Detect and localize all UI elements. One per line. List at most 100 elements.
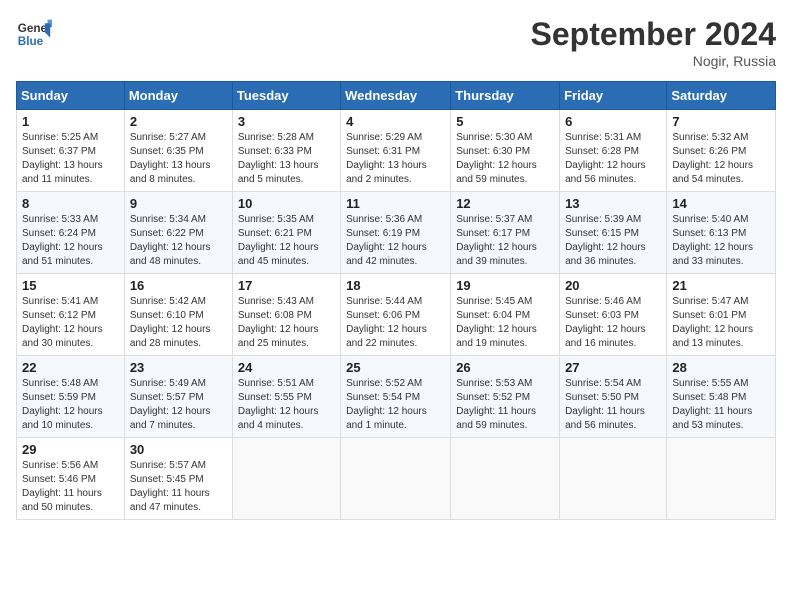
day-number: 16 [130, 278, 227, 293]
day-info: Sunrise: 5:54 AM Sunset: 5:50 PM Dayligh… [565, 377, 661, 433]
calendar-cell: 10 Sunrise: 5:35 AM Sunset: 6:21 PM Dayl… [232, 192, 340, 274]
day-number: 29 [22, 442, 119, 457]
day-info: Sunrise: 5:25 AM Sunset: 6:37 PM Dayligh… [22, 131, 119, 187]
day-number: 4 [346, 114, 445, 129]
day-info: Sunrise: 5:55 AM Sunset: 5:48 PM Dayligh… [672, 377, 770, 433]
calendar-cell: 16 Sunrise: 5:42 AM Sunset: 6:10 PM Dayl… [124, 274, 232, 356]
weekday-header-friday: Friday [560, 82, 667, 110]
calendar-cell: 14 Sunrise: 5:40 AM Sunset: 6:13 PM Dayl… [667, 192, 776, 274]
day-info: Sunrise: 5:42 AM Sunset: 6:10 PM Dayligh… [130, 295, 227, 351]
calendar-cell [451, 438, 560, 520]
day-number: 14 [672, 196, 770, 211]
day-number: 23 [130, 360, 227, 375]
calendar-cell: 25 Sunrise: 5:52 AM Sunset: 5:54 PM Dayl… [341, 356, 451, 438]
day-number: 28 [672, 360, 770, 375]
day-number: 6 [565, 114, 661, 129]
calendar-cell: 1 Sunrise: 5:25 AM Sunset: 6:37 PM Dayli… [17, 110, 125, 192]
calendar-cell: 29 Sunrise: 5:56 AM Sunset: 5:46 PM Dayl… [17, 438, 125, 520]
calendar-cell: 13 Sunrise: 5:39 AM Sunset: 6:15 PM Dayl… [560, 192, 667, 274]
logo: General Blue [16, 16, 52, 52]
day-number: 25 [346, 360, 445, 375]
calendar-cell [667, 438, 776, 520]
day-info: Sunrise: 5:37 AM Sunset: 6:17 PM Dayligh… [456, 213, 554, 269]
calendar-cell: 24 Sunrise: 5:51 AM Sunset: 5:55 PM Dayl… [232, 356, 340, 438]
day-info: Sunrise: 5:52 AM Sunset: 5:54 PM Dayligh… [346, 377, 445, 433]
day-number: 13 [565, 196, 661, 211]
calendar-cell: 11 Sunrise: 5:36 AM Sunset: 6:19 PM Dayl… [341, 192, 451, 274]
page-header: General Blue September 2024 Nogir, Russi… [16, 16, 776, 69]
day-info: Sunrise: 5:36 AM Sunset: 6:19 PM Dayligh… [346, 213, 445, 269]
day-info: Sunrise: 5:47 AM Sunset: 6:01 PM Dayligh… [672, 295, 770, 351]
calendar-cell: 26 Sunrise: 5:53 AM Sunset: 5:52 PM Dayl… [451, 356, 560, 438]
weekday-header-wednesday: Wednesday [341, 82, 451, 110]
calendar-cell: 19 Sunrise: 5:45 AM Sunset: 6:04 PM Dayl… [451, 274, 560, 356]
month-title: September 2024 [531, 16, 776, 53]
calendar-cell: 20 Sunrise: 5:46 AM Sunset: 6:03 PM Dayl… [560, 274, 667, 356]
day-info: Sunrise: 5:31 AM Sunset: 6:28 PM Dayligh… [565, 131, 661, 187]
day-number: 3 [238, 114, 335, 129]
day-number: 22 [22, 360, 119, 375]
day-info: Sunrise: 5:28 AM Sunset: 6:33 PM Dayligh… [238, 131, 335, 187]
weekday-header-saturday: Saturday [667, 82, 776, 110]
day-info: Sunrise: 5:41 AM Sunset: 6:12 PM Dayligh… [22, 295, 119, 351]
day-number: 20 [565, 278, 661, 293]
day-number: 11 [346, 196, 445, 211]
calendar-cell [341, 438, 451, 520]
day-info: Sunrise: 5:34 AM Sunset: 6:22 PM Dayligh… [130, 213, 227, 269]
day-number: 15 [22, 278, 119, 293]
calendar-cell: 7 Sunrise: 5:32 AM Sunset: 6:26 PM Dayli… [667, 110, 776, 192]
calendar-cell: 5 Sunrise: 5:30 AM Sunset: 6:30 PM Dayli… [451, 110, 560, 192]
day-number: 12 [456, 196, 554, 211]
day-info: Sunrise: 5:51 AM Sunset: 5:55 PM Dayligh… [238, 377, 335, 433]
day-number: 17 [238, 278, 335, 293]
day-number: 26 [456, 360, 554, 375]
day-info: Sunrise: 5:40 AM Sunset: 6:13 PM Dayligh… [672, 213, 770, 269]
calendar-cell: 4 Sunrise: 5:29 AM Sunset: 6:31 PM Dayli… [341, 110, 451, 192]
day-info: Sunrise: 5:30 AM Sunset: 6:30 PM Dayligh… [456, 131, 554, 187]
day-number: 21 [672, 278, 770, 293]
calendar-cell [560, 438, 667, 520]
calendar-cell: 30 Sunrise: 5:57 AM Sunset: 5:45 PM Dayl… [124, 438, 232, 520]
day-info: Sunrise: 5:46 AM Sunset: 6:03 PM Dayligh… [565, 295, 661, 351]
day-number: 9 [130, 196, 227, 211]
calendar-cell: 2 Sunrise: 5:27 AM Sunset: 6:35 PM Dayli… [124, 110, 232, 192]
weekday-header-thursday: Thursday [451, 82, 560, 110]
day-info: Sunrise: 5:39 AM Sunset: 6:15 PM Dayligh… [565, 213, 661, 269]
day-number: 1 [22, 114, 119, 129]
day-info: Sunrise: 5:44 AM Sunset: 6:06 PM Dayligh… [346, 295, 445, 351]
weekday-header-monday: Monday [124, 82, 232, 110]
day-info: Sunrise: 5:56 AM Sunset: 5:46 PM Dayligh… [22, 459, 119, 515]
day-info: Sunrise: 5:35 AM Sunset: 6:21 PM Dayligh… [238, 213, 335, 269]
calendar-cell: 21 Sunrise: 5:47 AM Sunset: 6:01 PM Dayl… [667, 274, 776, 356]
day-info: Sunrise: 5:29 AM Sunset: 6:31 PM Dayligh… [346, 131, 445, 187]
calendar-cell: 6 Sunrise: 5:31 AM Sunset: 6:28 PM Dayli… [560, 110, 667, 192]
day-number: 5 [456, 114, 554, 129]
weekday-header-tuesday: Tuesday [232, 82, 340, 110]
day-info: Sunrise: 5:32 AM Sunset: 6:26 PM Dayligh… [672, 131, 770, 187]
calendar-cell: 15 Sunrise: 5:41 AM Sunset: 6:12 PM Dayl… [17, 274, 125, 356]
calendar-cell [232, 438, 340, 520]
day-info: Sunrise: 5:57 AM Sunset: 5:45 PM Dayligh… [130, 459, 227, 515]
day-number: 2 [130, 114, 227, 129]
calendar-cell: 18 Sunrise: 5:44 AM Sunset: 6:06 PM Dayl… [341, 274, 451, 356]
day-number: 7 [672, 114, 770, 129]
day-info: Sunrise: 5:27 AM Sunset: 6:35 PM Dayligh… [130, 131, 227, 187]
day-number: 18 [346, 278, 445, 293]
location: Nogir, Russia [531, 53, 776, 69]
day-number: 27 [565, 360, 661, 375]
day-number: 19 [456, 278, 554, 293]
calendar-cell: 9 Sunrise: 5:34 AM Sunset: 6:22 PM Dayli… [124, 192, 232, 274]
day-info: Sunrise: 5:43 AM Sunset: 6:08 PM Dayligh… [238, 295, 335, 351]
title-block: September 2024 Nogir, Russia [531, 16, 776, 69]
day-info: Sunrise: 5:45 AM Sunset: 6:04 PM Dayligh… [456, 295, 554, 351]
day-info: Sunrise: 5:53 AM Sunset: 5:52 PM Dayligh… [456, 377, 554, 433]
calendar-table: SundayMondayTuesdayWednesdayThursdayFrid… [16, 81, 776, 520]
svg-text:Blue: Blue [18, 35, 44, 48]
calendar-cell: 23 Sunrise: 5:49 AM Sunset: 5:57 PM Dayl… [124, 356, 232, 438]
calendar-cell: 3 Sunrise: 5:28 AM Sunset: 6:33 PM Dayli… [232, 110, 340, 192]
logo-icon: General Blue [16, 16, 52, 52]
calendar-cell: 12 Sunrise: 5:37 AM Sunset: 6:17 PM Dayl… [451, 192, 560, 274]
day-info: Sunrise: 5:49 AM Sunset: 5:57 PM Dayligh… [130, 377, 227, 433]
calendar-cell: 27 Sunrise: 5:54 AM Sunset: 5:50 PM Dayl… [560, 356, 667, 438]
calendar-cell: 22 Sunrise: 5:48 AM Sunset: 5:59 PM Dayl… [17, 356, 125, 438]
